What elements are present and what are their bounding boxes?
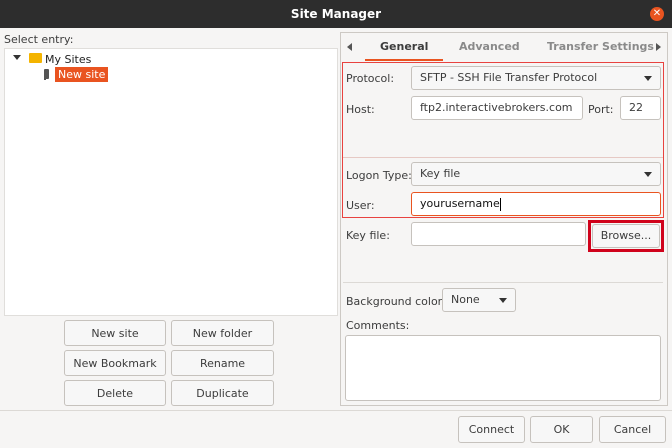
browse-button[interactable]: Browse... bbox=[592, 224, 660, 248]
key-file-input[interactable] bbox=[411, 222, 586, 246]
user-label: User: bbox=[346, 199, 375, 212]
logon-type-label: Logon Type: bbox=[346, 169, 412, 182]
title-bar: Site Manager ✕ bbox=[0, 0, 672, 28]
tab-scroll-left-icon[interactable] bbox=[347, 43, 352, 51]
user-input[interactable]: yourusername bbox=[411, 192, 661, 216]
comments-textarea[interactable] bbox=[345, 335, 661, 401]
host-label: Host: bbox=[346, 103, 375, 116]
comments-label: Comments: bbox=[346, 319, 410, 332]
section-divider bbox=[343, 157, 663, 158]
background-color-label: Background color: bbox=[346, 295, 446, 308]
text-cursor bbox=[499, 197, 501, 211]
tree-root-my-sites[interactable]: My Sites bbox=[45, 53, 91, 66]
section-divider bbox=[343, 282, 663, 283]
duplicate-button[interactable]: Duplicate bbox=[171, 380, 274, 406]
expand-arrow-icon[interactable] bbox=[13, 55, 21, 60]
tree-item-new-site[interactable]: New site bbox=[55, 67, 109, 82]
tab-scroll-right-icon[interactable] bbox=[656, 43, 661, 51]
ok-button[interactable]: OK bbox=[530, 416, 593, 443]
protocol-value: SFTP - SSH File Transfer Protocol bbox=[420, 71, 598, 84]
chevron-down-icon bbox=[499, 298, 507, 303]
close-icon[interactable]: ✕ bbox=[650, 7, 664, 21]
new-folder-button[interactable]: New folder bbox=[171, 320, 274, 346]
protocol-label: Protocol: bbox=[346, 72, 395, 85]
new-bookmark-button[interactable]: New Bookmark bbox=[64, 350, 166, 376]
background-color-select[interactable]: None bbox=[442, 288, 516, 312]
user-value: yourusername bbox=[420, 197, 500, 210]
tab-bar: General Advanced Transfer Settings bbox=[341, 33, 667, 61]
key-file-label: Key file: bbox=[346, 229, 390, 242]
window-title: Site Manager bbox=[290, 7, 382, 21]
background-color-value: None bbox=[451, 293, 480, 306]
port-input[interactable]: 22 bbox=[620, 96, 661, 120]
logon-type-value: Key file bbox=[420, 167, 461, 180]
protocol-select[interactable]: SFTP - SSH File Transfer Protocol bbox=[411, 66, 661, 90]
site-manager-window: Site Manager ✕ Select entry: My Sites Ne… bbox=[0, 0, 672, 448]
tab-transfer-settings[interactable]: Transfer Settings bbox=[547, 33, 654, 61]
rename-button[interactable]: Rename bbox=[171, 350, 274, 376]
active-tab-indicator bbox=[365, 59, 443, 61]
select-entry-label: Select entry: bbox=[4, 33, 74, 46]
host-input[interactable]: ftp2.interactivebrokers.com bbox=[411, 96, 583, 120]
folder-icon bbox=[29, 53, 42, 63]
tab-general[interactable]: General bbox=[380, 33, 428, 61]
port-label: Port: bbox=[588, 103, 614, 116]
logon-type-select[interactable]: Key file bbox=[411, 162, 661, 186]
chevron-down-icon bbox=[644, 76, 652, 81]
new-site-button[interactable]: New site bbox=[64, 320, 166, 346]
site-icon-base bbox=[44, 77, 46, 80]
site-tree[interactable]: My Sites New site bbox=[4, 48, 338, 316]
chevron-down-icon bbox=[644, 172, 652, 177]
tab-advanced[interactable]: Advanced bbox=[459, 33, 520, 61]
delete-button[interactable]: Delete bbox=[64, 380, 166, 406]
connect-button[interactable]: Connect bbox=[458, 416, 525, 443]
cancel-button[interactable]: Cancel bbox=[599, 416, 666, 443]
